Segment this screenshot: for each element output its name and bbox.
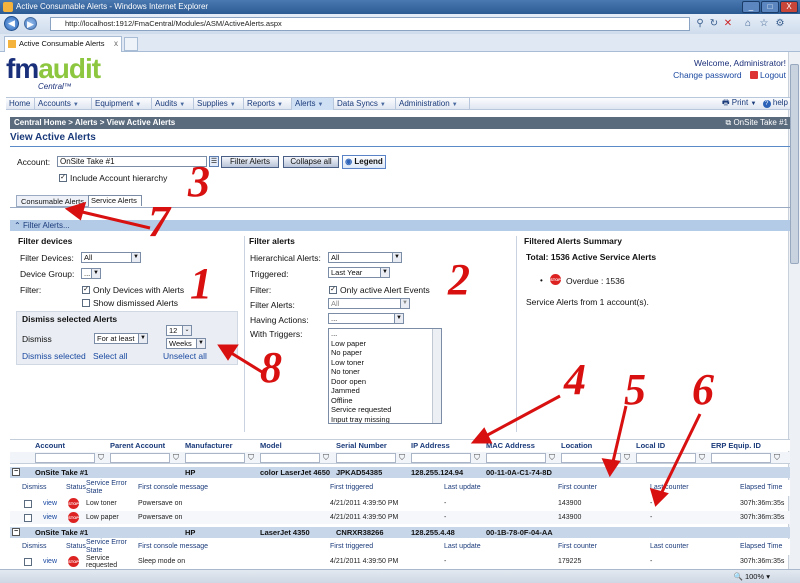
annotation-6: 6 — [692, 365, 714, 414]
annotation-arrows — [64, 201, 702, 507]
arrow-8 — [227, 349, 263, 374]
annotation-4: 4 — [564, 355, 586, 404]
arrow-5 — [610, 405, 628, 467]
annotation-5: 5 — [624, 365, 646, 414]
arrow-6-head — [649, 487, 669, 507]
arrow-6 — [658, 413, 702, 497]
arrow-7-head — [64, 201, 87, 221]
annotation-1: 1 — [190, 259, 212, 308]
arrow-4-head — [470, 427, 493, 444]
arrow-4 — [481, 394, 561, 440]
annotation-2: 2 — [448, 255, 470, 304]
annotation-3: 3 — [188, 157, 210, 206]
annotation-7: 7 — [148, 197, 170, 246]
arrow-5-head — [601, 458, 621, 478]
arrow-7 — [77, 209, 151, 230]
annotation-8: 8 — [260, 343, 282, 392]
